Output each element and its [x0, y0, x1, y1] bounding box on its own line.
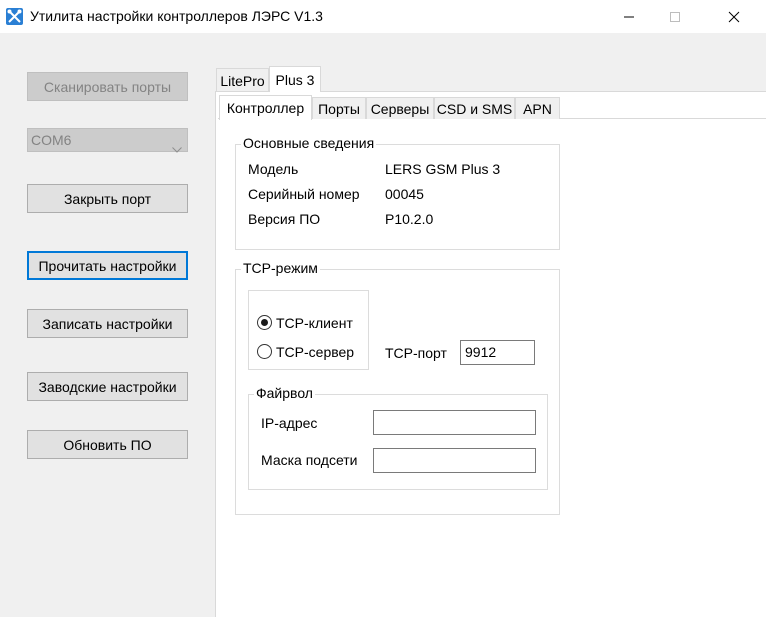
maximize-icon — [670, 11, 680, 22]
tcp-server-radio[interactable] — [257, 344, 272, 359]
tab-plus-3[interactable]: Plus 3 — [269, 66, 321, 92]
update-firmware-button[interactable]: Обновить ПО — [27, 430, 188, 459]
ip-address-label: IP-адрес — [261, 415, 318, 431]
tab-ports[interactable]: Порты — [312, 97, 366, 119]
tcp-server-label[interactable]: TCP-сервер — [276, 344, 354, 360]
tab-csd-sms[interactable]: CSD и SMS — [434, 97, 515, 119]
tab-apn[interactable]: APN — [515, 97, 560, 119]
tcp-mode-legend: TCP-режим — [241, 260, 320, 276]
scan-ports-button[interactable]: Сканировать порты — [27, 72, 188, 101]
tcp-port-input[interactable]: 9912 — [460, 340, 535, 365]
firewall-legend: Файрвол — [254, 385, 315, 401]
firewall-group — [248, 394, 548, 490]
title-bar: Утилита настройки контроллеров ЛЭРС V1.3 — [0, 0, 766, 33]
close-button[interactable] — [711, 0, 757, 33]
tab-servers[interactable]: Серверы — [366, 97, 434, 119]
port-select-value: COM6 — [31, 132, 72, 148]
ip-address-input[interactable] — [373, 410, 536, 435]
close-icon — [728, 11, 740, 22]
tcp-client-radio[interactable] — [257, 315, 272, 330]
read-settings-button[interactable]: Прочитать настройки — [27, 251, 188, 280]
tcp-port-label: TCP-порт — [385, 345, 447, 361]
tab-controller[interactable]: Контроллер — [219, 95, 312, 120]
chevron-down-icon — [172, 137, 182, 159]
tcp-client-label[interactable]: TCP-клиент — [276, 315, 353, 331]
radio-selected-dot — [261, 319, 268, 326]
subnet-mask-label: Маска подсети — [261, 452, 358, 468]
model-label: Модель — [248, 161, 299, 177]
factory-settings-button[interactable]: Заводские настройки — [27, 372, 188, 401]
info-group-legend: Основные сведения — [241, 135, 377, 151]
subnet-mask-input[interactable] — [373, 448, 536, 473]
port-select[interactable]: COM6 — [27, 128, 188, 153]
write-settings-button[interactable]: Записать настройки — [27, 309, 188, 338]
close-port-button[interactable]: Закрыть порт — [27, 184, 188, 213]
model-value: LERS GSM Plus 3 — [385, 161, 501, 177]
app-tools-icon — [6, 8, 23, 25]
window-title: Утилита настройки контроллеров ЛЭРС V1.3 — [30, 8, 323, 24]
serial-label: Серийный номер — [248, 186, 360, 202]
minimize-icon — [624, 16, 634, 17]
firmware-value: P10.2.0 — [385, 211, 434, 227]
tab-litepro[interactable]: LitePro — [216, 68, 269, 92]
firmware-label: Версия ПО — [248, 211, 321, 227]
minimize-button[interactable] — [606, 0, 652, 33]
maximize-button[interactable] — [652, 0, 698, 33]
serial-value: 00045 — [385, 186, 424, 202]
